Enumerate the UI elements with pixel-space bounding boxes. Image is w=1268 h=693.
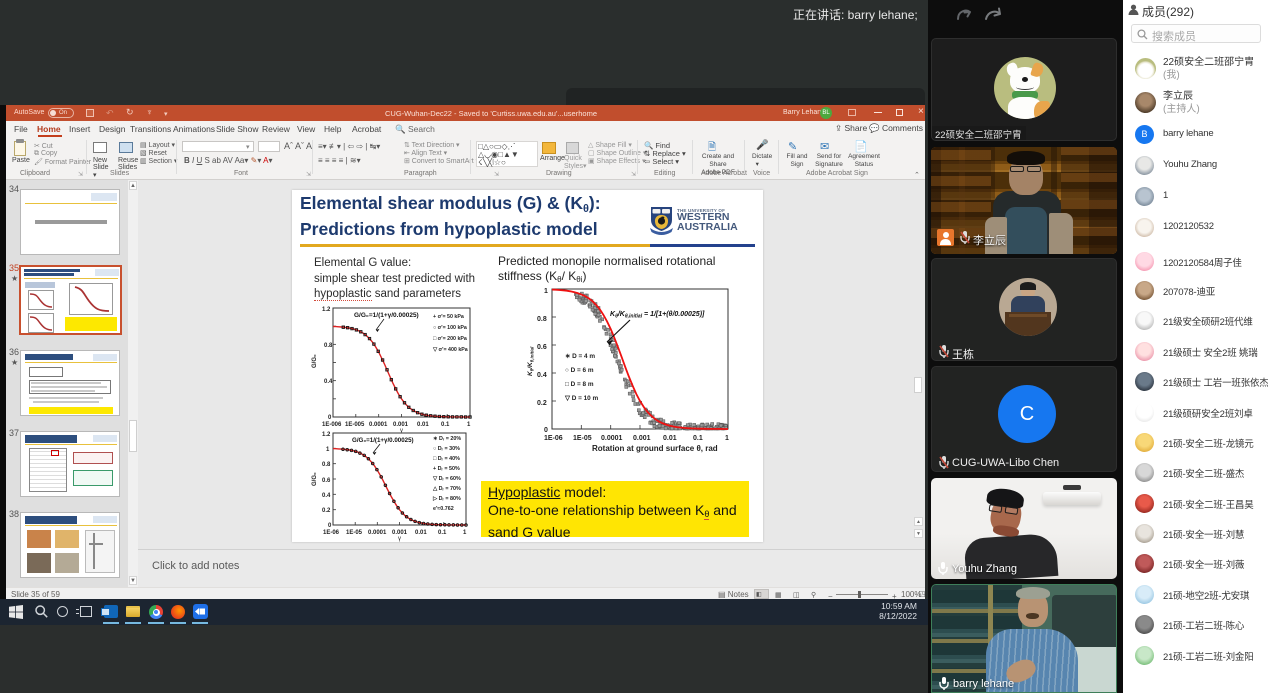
svg-text:0.4: 0.4 [322, 493, 331, 499]
svg-text:G/G₀=1/(1+γ/0.00025): G/G₀=1/(1+γ/0.00025) [352, 437, 414, 444]
svg-text:G/G₀: G/G₀ [312, 354, 318, 368]
svg-text:○ Dᵣ = 30%: ○ Dᵣ = 30% [433, 446, 460, 452]
svg-text:▷ Dᵣ = 80%: ▷ Dᵣ = 80% [432, 496, 461, 502]
svg-text:1: 1 [467, 422, 471, 428]
svg-text:1: 1 [463, 530, 467, 536]
svg-text:0.6: 0.6 [537, 344, 547, 351]
svg-text:+ Dᵣ = 50%: + Dᵣ = 50% [433, 466, 460, 472]
svg-text:γ: γ [398, 536, 401, 542]
svg-text:0.8: 0.8 [324, 343, 333, 349]
svg-text:0.1: 0.1 [438, 530, 447, 536]
svg-text:1: 1 [326, 447, 330, 453]
svg-text:○ D = 6 m: ○ D = 6 m [565, 367, 594, 374]
svg-text:0.01: 0.01 [415, 530, 427, 536]
svg-text:1E-06: 1E-06 [544, 435, 563, 442]
svg-text:△ Dᵣ = 70%: △ Dᵣ = 70% [432, 486, 461, 492]
svg-text:▽ Dᵣ = 60%: ▽ Dᵣ = 60% [432, 476, 461, 482]
svg-text:▽ D = 10 m: ▽ D = 10 m [564, 395, 598, 402]
svg-text:∗ Dᵣ = 20%: ∗ Dᵣ = 20% [433, 436, 461, 442]
svg-text:1.2: 1.2 [322, 307, 331, 313]
svg-text:G/G₀=1/(1+γ/0.00025): G/G₀=1/(1+γ/0.00025) [354, 312, 419, 319]
svg-text:0.01: 0.01 [663, 435, 677, 442]
svg-text:0.0001: 0.0001 [369, 422, 388, 428]
svg-text:0.0001: 0.0001 [601, 435, 623, 442]
svg-text:+ σ′= 50 kPa: + σ′= 50 kPa [433, 314, 464, 320]
svg-text:e′≈0.762: e′≈0.762 [433, 506, 454, 512]
svg-text:□ D = 8 m: □ D = 8 m [565, 381, 594, 388]
svg-text:0.1: 0.1 [441, 422, 450, 428]
svg-text:▽ σ′= 400 kPa: ▽ σ′= 400 kPa [432, 347, 468, 353]
svg-text:0: 0 [328, 523, 332, 529]
svg-text:∗ D = 4 m: ∗ D = 4 m [565, 353, 595, 360]
svg-text:1E-006: 1E-006 [322, 422, 342, 428]
svg-text:0.4: 0.4 [324, 379, 333, 385]
svg-text:0.8: 0.8 [537, 316, 547, 323]
svg-text:0: 0 [544, 427, 548, 434]
svg-text:1E-05: 1E-05 [573, 435, 592, 442]
svg-text:0.001: 0.001 [633, 435, 651, 442]
svg-text:0.0001: 0.0001 [368, 530, 387, 536]
svg-text:0.01: 0.01 [417, 422, 429, 428]
svg-text:1.2: 1.2 [322, 432, 331, 438]
svg-text:0.1: 0.1 [693, 435, 703, 442]
svg-text:1E-05: 1E-05 [346, 530, 363, 536]
svg-text:0: 0 [328, 415, 332, 421]
svg-text:1E-06: 1E-06 [323, 530, 340, 536]
svg-text:0.2: 0.2 [537, 400, 547, 407]
svg-text:1E-005: 1E-005 [345, 422, 365, 428]
svg-text:1: 1 [544, 288, 548, 295]
svg-text:1: 1 [725, 435, 729, 442]
svg-text:○ σ′= 100 kPa: ○ σ′= 100 kPa [433, 325, 467, 331]
svg-text:0.2: 0.2 [322, 508, 331, 514]
svg-text:Kθ/Kθ,initial: Kθ/Kθ,initial [527, 346, 535, 376]
svg-text:□ Dᵣ = 40%: □ Dᵣ = 40% [433, 456, 460, 462]
svg-text:0.6: 0.6 [322, 478, 331, 484]
svg-text:Kθ/Kθ,initial = 1/[1+(θ/0.0002: Kθ/Kθ,initial = 1/[1+(θ/0.00025)] [610, 311, 705, 320]
svg-text:0.4: 0.4 [537, 372, 547, 379]
svg-text:□ σ′= 200 kPa: □ σ′= 200 kPa [433, 336, 467, 342]
svg-text:Rotation at ground surface θ,: Rotation at ground surface θ, rad [592, 444, 718, 453]
svg-text:0.8: 0.8 [322, 462, 331, 468]
svg-text:G/G₀: G/G₀ [312, 472, 318, 486]
